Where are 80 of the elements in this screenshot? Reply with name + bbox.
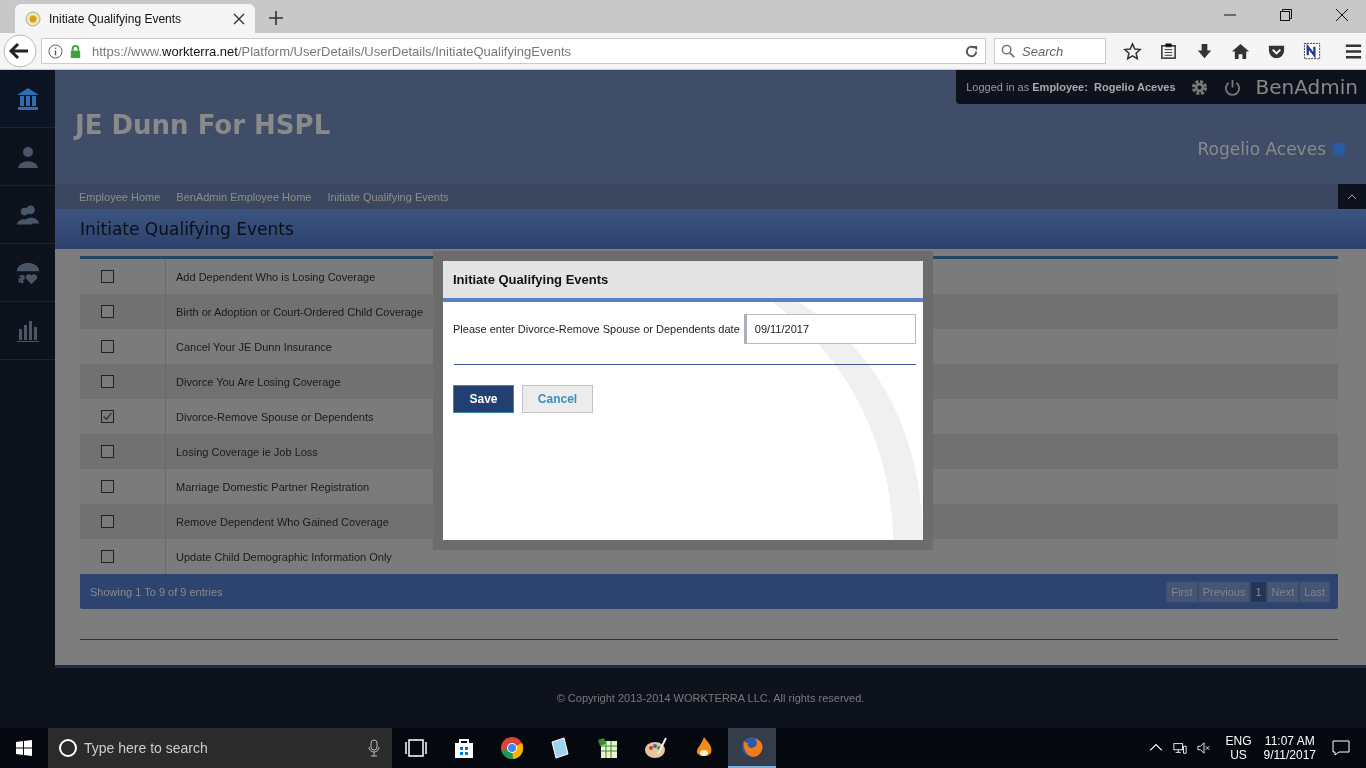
bar-chart-icon bbox=[15, 318, 40, 343]
event-label: Divorce You Are Losing Coverage bbox=[176, 375, 341, 388]
language-indicator[interactable]: ENG bbox=[1225, 734, 1252, 748]
caret-icon bbox=[1347, 193, 1357, 200]
event-label: Add Dependent Who is Losing Coverage bbox=[176, 270, 376, 283]
checkbox[interactable] bbox=[101, 480, 114, 493]
close-icon[interactable] bbox=[1336, 9, 1348, 21]
event-label: Divorce-Remove Spouse or Dependents bbox=[176, 410, 374, 423]
microphone-icon[interactable] bbox=[368, 739, 380, 757]
event-label: Marriage Domestic Partner Registration bbox=[176, 480, 370, 493]
checkbox[interactable] bbox=[101, 270, 114, 283]
checkbox[interactable] bbox=[101, 445, 114, 458]
extension-icon[interactable] bbox=[1303, 41, 1322, 61]
address-bar[interactable]: https://www.workterra.net/Platform/UserDetails/UserDetails/InitiateQualifyingEvents bbox=[41, 38, 986, 64]
clock-time[interactable]: 11:07 AM bbox=[1264, 734, 1315, 748]
logged-in-text: Logged in as Employee: Rogelio Aceves bbox=[966, 81, 1176, 93]
settings-icon[interactable] bbox=[1189, 77, 1209, 97]
paint-palette-icon bbox=[644, 736, 668, 760]
network-icon[interactable] bbox=[1173, 741, 1188, 755]
search-icon bbox=[1001, 43, 1016, 59]
notification-icon[interactable] bbox=[1332, 740, 1350, 756]
windows-start-icon[interactable] bbox=[16, 740, 32, 756]
checkbox[interactable] bbox=[101, 515, 114, 528]
sidebar-item[interactable] bbox=[0, 70, 55, 128]
padlock-icon bbox=[68, 43, 83, 59]
entries-info: Showing 1 To 9 of 9 entries bbox=[90, 585, 223, 598]
site-logo-icon bbox=[25, 10, 41, 27]
home-icon[interactable] bbox=[1231, 41, 1250, 61]
close-tab-icon[interactable] bbox=[233, 12, 245, 25]
breadcrumb-link[interactable]: BenAdmin Employee Home bbox=[176, 190, 312, 203]
pagination-button[interactable]: Previous bbox=[1197, 580, 1251, 603]
clipboard-icon[interactable] bbox=[1159, 41, 1178, 61]
event-label: Losing Coverage ie Job Loss bbox=[176, 445, 318, 458]
breadcrumb-link[interactable]: Employee Home bbox=[79, 190, 161, 203]
field-label: Please enter Divorce-Remove Spouse or Dependents date bbox=[453, 323, 740, 335]
cancel-button[interactable]: Cancel bbox=[522, 385, 593, 413]
url-text: https://www.workterra.net/Platform/UserDetails/UserDetails/InitiateQualifyingEvents bbox=[92, 43, 573, 59]
umbrella-money-icon bbox=[15, 260, 40, 285]
shopping-bag-icon bbox=[452, 736, 476, 760]
reload-icon[interactable] bbox=[964, 43, 979, 59]
volume-muted-icon[interactable] bbox=[1197, 741, 1212, 755]
pagination-button[interactable]: First bbox=[1166, 580, 1198, 603]
company-title: JE Dunn For HSPL bbox=[75, 110, 331, 142]
browser-logo-icon bbox=[500, 736, 524, 760]
notepad-icon bbox=[548, 736, 572, 760]
power-icon[interactable] bbox=[1222, 77, 1242, 97]
browser-tab[interactable]: Initiate Qualifying Events bbox=[15, 4, 255, 33]
checkbox[interactable] bbox=[101, 375, 114, 388]
breadcrumb-link[interactable]: Initiate Qualifying Events bbox=[327, 190, 449, 203]
checkbox[interactable] bbox=[101, 305, 114, 318]
clock-date: 9/11/2017 bbox=[1263, 748, 1316, 762]
tab-title: Initiate Qualifying Events bbox=[49, 11, 183, 26]
info-icon[interactable] bbox=[48, 43, 63, 59]
event-label: Cancel Your JE Dunn Insurance bbox=[176, 340, 332, 353]
firefox-logo-icon bbox=[740, 735, 764, 759]
brand-name: BenAdmin bbox=[1255, 75, 1358, 99]
modal-title: Initiate Qualifying Events bbox=[453, 272, 609, 287]
region-indicator: US bbox=[1230, 748, 1247, 762]
search-field[interactable]: Search bbox=[994, 38, 1106, 64]
date-input-field[interactable]: 09/11/2017 bbox=[743, 314, 916, 344]
star-icon[interactable] bbox=[1123, 41, 1142, 61]
bank-icon bbox=[15, 86, 40, 111]
pagination-button[interactable]: 1 bbox=[1250, 580, 1267, 603]
user-name: Rogelio Aceves bbox=[1197, 139, 1326, 159]
checkbox[interactable] bbox=[101, 550, 114, 563]
taskbar-search-field[interactable]: Type here to search bbox=[48, 728, 392, 768]
task-view-icon bbox=[404, 736, 428, 760]
event-label: Update Child Demographic Information Only bbox=[176, 550, 392, 563]
restore-icon[interactable] bbox=[1280, 9, 1292, 21]
checkbox[interactable] bbox=[101, 410, 114, 423]
copyright-text: © Copyright 2013-2014 WORKTERRA LLC. All rights reserved. bbox=[556, 692, 865, 704]
checkbox[interactable] bbox=[101, 340, 114, 353]
event-label: Remove Dependent Who Gained Coverage bbox=[176, 515, 389, 528]
spreadsheet-icon bbox=[596, 736, 620, 760]
save-button[interactable]: Save bbox=[453, 385, 514, 413]
event-label: Birth or Adoption or Court-Ordered Child Coverage bbox=[176, 305, 423, 318]
person-icon bbox=[15, 144, 40, 169]
page-title: Initiate Qualifying Events bbox=[80, 219, 294, 239]
new-tab-icon[interactable] bbox=[269, 11, 283, 25]
circle-icon bbox=[58, 738, 78, 758]
